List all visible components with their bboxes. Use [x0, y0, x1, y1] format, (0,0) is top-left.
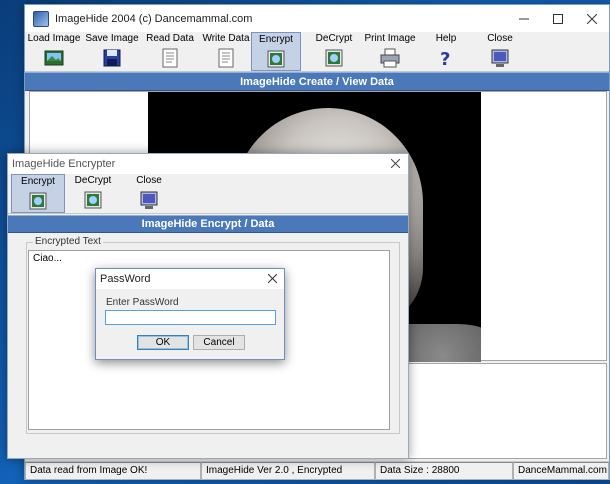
- encrypt-icon: [267, 50, 285, 68]
- close-icon: [491, 49, 509, 67]
- password-dialog-title: PassWord: [100, 273, 151, 285]
- toolbar-label: Close: [487, 33, 513, 44]
- maximize-button[interactable]: [541, 5, 575, 32]
- write-data-button[interactable]: Write Data: [201, 32, 251, 71]
- load-image-icon: [44, 50, 64, 66]
- toolbar-label: Save Image: [85, 33, 139, 44]
- close-icon: [390, 158, 401, 169]
- decrypt-icon: [84, 191, 102, 209]
- app-icon: [33, 10, 49, 27]
- window-controls: [507, 5, 609, 32]
- main-titlebar[interactable]: ImageHide 2004 (c) Dancemammal.com: [25, 5, 609, 32]
- encrypter-section-header: ImageHide Encrypt / Data: [8, 215, 408, 233]
- toolbar-label: Close: [136, 175, 162, 186]
- minimize-button[interactable]: [507, 5, 541, 32]
- encrypter-toolbar: Encrypt DeCrypt Close: [8, 174, 408, 214]
- encrypt-icon: [29, 192, 47, 210]
- close-app-button[interactable]: Close: [475, 32, 525, 71]
- ok-button[interactable]: OK: [137, 335, 189, 350]
- read-data-button[interactable]: Read Data: [145, 32, 195, 71]
- toolbar-label: Help: [435, 33, 457, 44]
- toolbar-label: Load Image: [27, 33, 81, 44]
- status-message: Data read from Image OK!: [25, 462, 201, 480]
- decrypt-icon: [325, 49, 343, 67]
- password-prompt: Enter PassWord: [106, 297, 179, 308]
- encrypter-titlebar[interactable]: ImageHide Encrypter: [8, 154, 408, 174]
- print-icon: [380, 48, 400, 68]
- status-bar: Data read from Image OK! ImageHide Ver 2…: [25, 461, 609, 480]
- password-dialog: PassWord Enter PassWord OK Cancel: [95, 268, 285, 360]
- save-image-icon: [103, 49, 121, 67]
- toolbar-label: Encrypt: [259, 34, 293, 45]
- groupbox-label: Encrypted Text: [33, 236, 103, 247]
- password-dialog-close-button[interactable]: [267, 271, 278, 286]
- close-icon: [267, 273, 278, 284]
- password-dialog-titlebar[interactable]: PassWord: [96, 269, 284, 289]
- toolbar-label: Print Image: [364, 33, 416, 44]
- close-encrypter-button[interactable]: Close: [124, 174, 174, 213]
- help-icon: ?: [440, 49, 450, 69]
- read-data-icon: [162, 48, 178, 68]
- toolbar-label: DeCrypt: [74, 175, 112, 186]
- toolbar-label: Write Data: [202, 33, 250, 44]
- decrypt-button[interactable]: DeCrypt: [309, 32, 359, 71]
- toolbar-label: Encrypt: [21, 176, 55, 187]
- close-window-button[interactable]: [575, 5, 609, 32]
- close-icon: [140, 191, 158, 209]
- main-toolbar: Load Image Save Image Read Data Write Da…: [25, 32, 609, 72]
- password-input[interactable]: [105, 310, 276, 325]
- svg-text:?: ?: [440, 49, 450, 69]
- encrypter-close-button[interactable]: [390, 156, 401, 171]
- load-image-button[interactable]: Load Image: [27, 32, 81, 71]
- print-image-button[interactable]: Print Image: [364, 32, 416, 71]
- decrypt-button[interactable]: DeCrypt: [68, 174, 118, 213]
- window-title: ImageHide 2004 (c) Dancemammal.com: [55, 12, 253, 25]
- cancel-button[interactable]: Cancel: [193, 335, 245, 350]
- close-icon: [587, 13, 597, 24]
- toolbar-label: DeCrypt: [315, 33, 353, 44]
- save-image-button[interactable]: Save Image: [85, 32, 139, 71]
- write-data-icon: [218, 48, 234, 68]
- help-button[interactable]: Help ?: [421, 32, 471, 71]
- maximize-icon: [553, 13, 563, 24]
- status-site: DanceMammal.com: [513, 462, 609, 480]
- minimize-icon: [519, 18, 529, 19]
- encrypter-title: ImageHide Encrypter: [12, 158, 116, 170]
- toolbar-label: Read Data: [146, 33, 194, 44]
- section-header: ImageHide Create / View Data: [25, 72, 609, 91]
- encrypt-button[interactable]: Encrypt: [251, 32, 301, 71]
- status-version: ImageHide Ver 2.0 , Encrypted: [201, 462, 375, 480]
- encrypt-button[interactable]: Encrypt: [11, 174, 65, 213]
- status-data-size: Data Size : 28800: [375, 462, 513, 480]
